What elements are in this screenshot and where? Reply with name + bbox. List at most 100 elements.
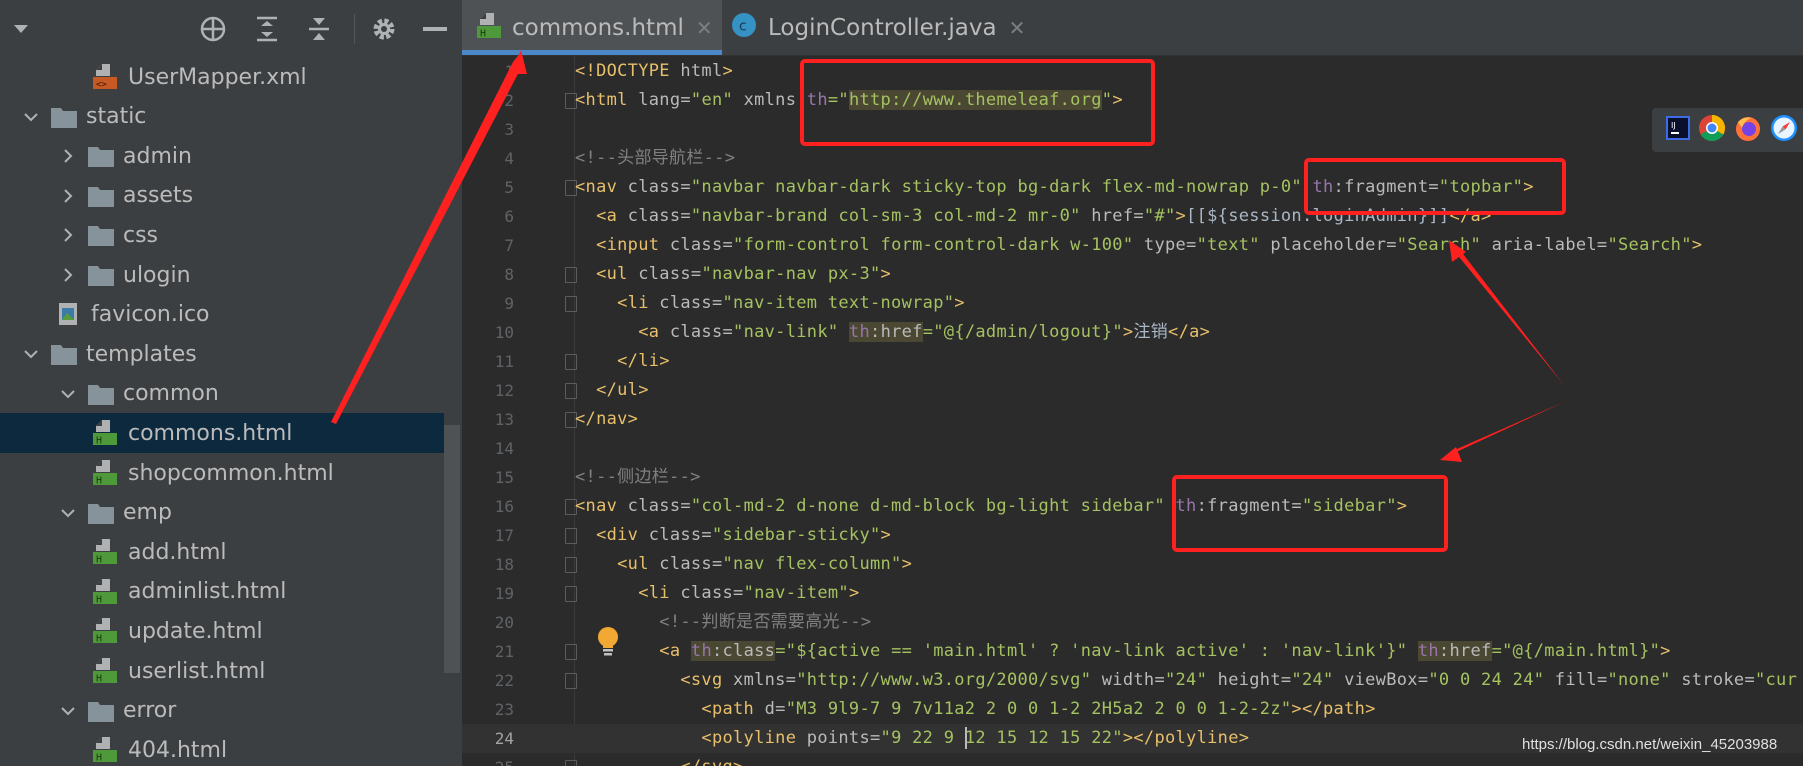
chevron-right-icon[interactable] [58, 265, 78, 285]
folder-icon [87, 501, 115, 529]
minimize-icon[interactable] [418, 12, 452, 46]
chevron-down-icon[interactable] [21, 344, 41, 364]
code-token: fill= [1544, 670, 1608, 690]
sidebar-scrollbar[interactable] [444, 425, 460, 673]
chrome-icon[interactable] [1698, 114, 1726, 146]
line-number: 7 [504, 236, 514, 255]
code-token: </li> [617, 351, 670, 371]
tree-item-common[interactable]: common [0, 374, 444, 414]
tree-item-emp[interactable]: emp [0, 493, 444, 533]
tab-label: LoginController.java [768, 14, 997, 41]
code-line[interactable]: 3 [462, 115, 1803, 144]
code-token: "text" [1196, 235, 1260, 255]
code-line[interactable]: 18 <ul class="nav flex-column"> [462, 550, 1803, 579]
code-line[interactable]: 2 <html lang="en" xmlns th="http://www.th… [462, 86, 1803, 115]
locate-icon[interactable] [196, 12, 230, 46]
code-text: <!--头部导航栏--> [575, 144, 735, 173]
chevron-down-icon[interactable] [58, 384, 78, 404]
code-line[interactable]: 10 <a class="nav-link" th:href="@{/admin… [462, 318, 1803, 347]
code-editor[interactable]: 1 <!DOCTYPE html> 2 <html lang="en" xmlns t… [462, 56, 1803, 766]
svg-text:c: c [739, 18, 747, 34]
code-token: "navbar-nav px-3" [701, 264, 881, 284]
code-line[interactable]: 13 </nav> [462, 405, 1803, 434]
tree-item-adminlist-html[interactable]: Hadminlist.html [0, 572, 444, 612]
code-text: <li class="nav-item"> [575, 579, 859, 608]
folder-icon [87, 184, 115, 212]
tree-item-label: add.html [128, 539, 227, 565]
chevron-right-icon[interactable] [58, 225, 78, 245]
svg-text:H: H [96, 634, 102, 645]
code-line[interactable]: 19 <li class="nav-item"> [462, 579, 1803, 608]
code-line[interactable]: 4 <!--头部导航栏--> [462, 144, 1803, 173]
code-line[interactable]: 12 </ul> [462, 376, 1803, 405]
tree-item-usermapper-xml[interactable]: <> UserMapper.xml [0, 57, 444, 97]
code-line[interactable]: 16 <nav class="col-md-2 d-none d-md-block… [462, 492, 1803, 521]
expand-all-icon[interactable] [250, 12, 284, 46]
code-token: " [1101, 90, 1113, 110]
lightbulb-icon[interactable] [596, 626, 620, 660]
tree-item-admin[interactable]: admin [0, 136, 444, 176]
code-text: <nav class="col-md-2 d-none d-md-block b… [575, 492, 1407, 521]
code-line[interactable]: 20 <!--判断是否需要高光--> [462, 608, 1803, 637]
code-line[interactable]: 21 <a th:class="${active == 'main.html' … [462, 637, 1803, 666]
tree-item-ulogin[interactable]: ulogin [0, 255, 444, 295]
tree-item-add-html[interactable]: Hadd.html [0, 532, 444, 572]
code-line[interactable]: 22 <svg xmlns="http://www.w3.org/2000/sv… [462, 666, 1803, 695]
code-line[interactable]: 23 <path d="M3 9l9-7 9 7v11a2 2 0 0 1-2 … [462, 695, 1803, 724]
tab-commons-html[interactable]: H commons.html ✕ [462, 0, 722, 55]
chevron-right-icon[interactable] [58, 186, 78, 206]
intellij-icon[interactable]: IJ [1666, 116, 1690, 144]
line-number: 8 [504, 265, 514, 284]
code-line[interactable]: 15 <!--侧边栏--> [462, 463, 1803, 492]
code-line[interactable]: 11 </li> [462, 347, 1803, 376]
chevron-down-icon[interactable] [58, 701, 78, 721]
tree-item-userlist-html[interactable]: Huserlist.html [0, 651, 444, 691]
safari-icon[interactable] [1770, 114, 1798, 146]
close-tab-icon[interactable]: ✕ [696, 16, 713, 40]
panel-dropdown-icon[interactable] [4, 12, 38, 46]
close-tab-icon[interactable]: ✕ [1009, 16, 1026, 40]
tree-item-favicon-ico[interactable]: favicon.ico [0, 295, 444, 335]
code-line[interactable]: 1 <!DOCTYPE html> [462, 57, 1803, 86]
code-line[interactable]: 9 <li class="nav-item text-nowrap"> [462, 289, 1803, 318]
watermark-text: https://blog.csdn.net/weixin_45203988 [1522, 736, 1778, 753]
tab-logincontroller-java[interactable]: c LoginController.java ✕ [730, 0, 1030, 55]
code-line[interactable]: 6 <a class="navbar-brand col-sm-3 col-md… [462, 202, 1803, 231]
code-line[interactable]: 17 <div class="sidebar-sticky"> [462, 521, 1803, 550]
tree-item-templates[interactable]: templates [0, 334, 444, 374]
tree-item-update-html[interactable]: Hupdate.html [0, 611, 444, 651]
toolbar-divider [354, 14, 355, 44]
tree-item-shopcommon-html[interactable]: Hshopcommon.html [0, 453, 444, 493]
tree-item-404-html[interactable]: H 404.html [0, 730, 444, 766]
image-file-icon [54, 300, 82, 328]
code-token: "cur [1754, 670, 1798, 690]
chevron-down-icon[interactable] [21, 107, 41, 127]
code-token: "#" [1143, 206, 1176, 226]
code-line[interactable]: 25 </svg> [462, 753, 1803, 766]
chevron-right-icon[interactable] [58, 146, 78, 166]
collapse-all-icon[interactable] [302, 12, 336, 46]
code-token: th [690, 641, 712, 661]
code-token: class= [648, 293, 723, 313]
code-token: :href [1438, 641, 1492, 661]
tree-item-static[interactable]: static [0, 97, 444, 137]
code-line[interactable]: 8 <ul class="navbar-nav px-3"> [462, 260, 1803, 289]
tree-item-label: css [123, 222, 159, 248]
chevron-down-icon[interactable] [58, 503, 78, 523]
code-line[interactable]: 5 <nav class="navbar navbar-dark sticky-t… [462, 173, 1803, 202]
code-line[interactable]: 7 <input class="form-control form-contro… [462, 231, 1803, 260]
line-number: 2 [504, 91, 514, 110]
firefox-icon[interactable] [1734, 114, 1762, 146]
tree-item-css[interactable]: css [0, 215, 444, 255]
tree-item-assets[interactable]: assets [0, 176, 444, 216]
tree-item-commons-html[interactable]: Hcommons.html [0, 413, 444, 454]
code-text: <!DOCTYPE html> [575, 57, 733, 86]
tree-item-error[interactable]: error [0, 691, 444, 731]
gear-icon[interactable] [367, 12, 401, 46]
code-line[interactable]: 14 [462, 434, 1803, 463]
